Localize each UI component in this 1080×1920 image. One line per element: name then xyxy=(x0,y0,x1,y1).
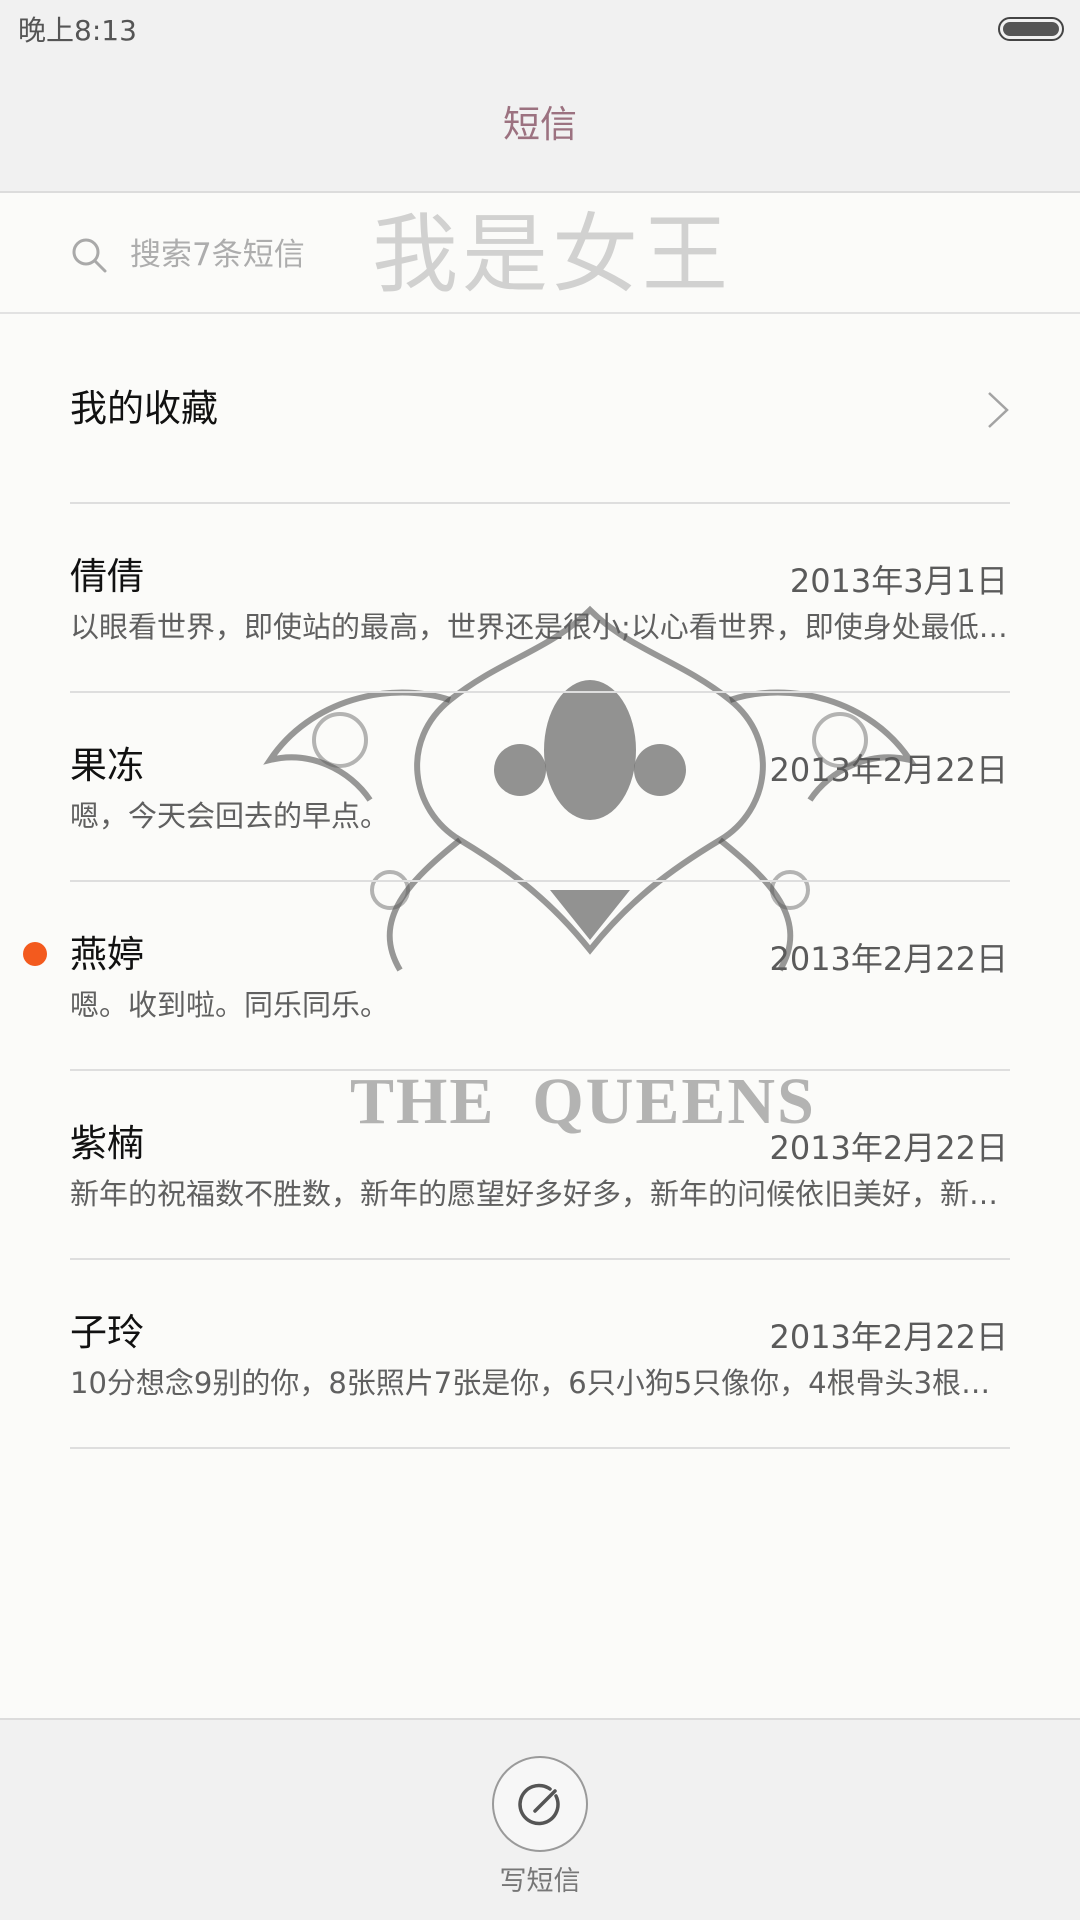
conversation-list: 倩倩 2013年3月1日 以眼看世界，即使站的最高，世界还是很小;以心看世界，即… xyxy=(0,504,1080,1449)
message-preview: 以眼看世界，即使站的最高，世界还是很小;以心看世界，即使身处最低，世界也是很大 xyxy=(70,610,1010,644)
unread-dot-icon xyxy=(23,942,47,966)
favorites-label: 我的收藏 xyxy=(70,387,218,430)
conversation-item[interactable]: 燕婷 2013年2月22日 嗯。收到啦。同乐同乐。 xyxy=(0,882,1080,1071)
message-preview: 嗯。收到啦。同乐同乐。 xyxy=(70,988,390,1022)
message-date: 2013年3月1日 xyxy=(789,562,1008,600)
message-date: 2013年2月22日 xyxy=(769,940,1008,978)
status-time: 晚上8:13 xyxy=(18,14,137,47)
favorites-row[interactable]: 我的收藏 xyxy=(0,314,1080,504)
contact-name: 倩倩 xyxy=(70,555,144,598)
battery-icon xyxy=(998,17,1064,41)
conversation-item[interactable]: 倩倩 2013年3月1日 以眼看世界，即使站的最高，世界还是很小;以心看世界，即… xyxy=(0,504,1080,693)
message-preview: 新年的祝福数不胜数，新年的愿望好多好多，新年的问候依旧美好，新年快乐 xyxy=(70,1177,1010,1211)
message-preview: 10分想念9别的你，8张照片7张是你，6只小狗5只像你，4根骨头3根给你 xyxy=(70,1366,1010,1400)
row-divider xyxy=(70,1447,1010,1449)
conversation-item[interactable]: 果冻 2013年2月22日 嗯，今天会回去的早点。 xyxy=(0,693,1080,882)
compose-button[interactable] xyxy=(492,1756,588,1852)
status-bar: 晚上8:13 xyxy=(0,0,1080,62)
page-title: 短信 xyxy=(503,103,577,146)
compose-icon xyxy=(518,1783,560,1826)
search-icon xyxy=(72,238,107,273)
contact-name: 子玲 xyxy=(70,1311,144,1354)
message-preview: 嗯，今天会回去的早点。 xyxy=(70,799,390,833)
compose-label: 写短信 xyxy=(499,1866,581,1897)
contact-name: 紫楠 xyxy=(70,1122,144,1165)
search-bar[interactable]: 搜索7条短信 xyxy=(0,193,1080,314)
search-placeholder: 搜索7条短信 xyxy=(130,237,305,273)
message-date: 2013年2月22日 xyxy=(769,1318,1008,1356)
contact-name: 果冻 xyxy=(70,744,144,787)
conversation-item[interactable]: 子玲 2013年2月22日 10分想念9别的你，8张照片7张是你，6只小狗5只像… xyxy=(0,1260,1080,1449)
bottom-bar: 写短信 xyxy=(0,1718,1080,1920)
battery-level xyxy=(1003,22,1059,36)
conversation-item[interactable]: 紫楠 2013年2月22日 新年的祝福数不胜数，新年的愿望好多好多，新年的问候依… xyxy=(0,1071,1080,1260)
message-date: 2013年2月22日 xyxy=(769,1129,1008,1167)
contact-name: 燕婷 xyxy=(70,933,144,976)
chevron-right-icon xyxy=(988,392,1009,428)
app-header: 短信 xyxy=(0,62,1080,193)
message-date: 2013年2月22日 xyxy=(769,751,1008,789)
